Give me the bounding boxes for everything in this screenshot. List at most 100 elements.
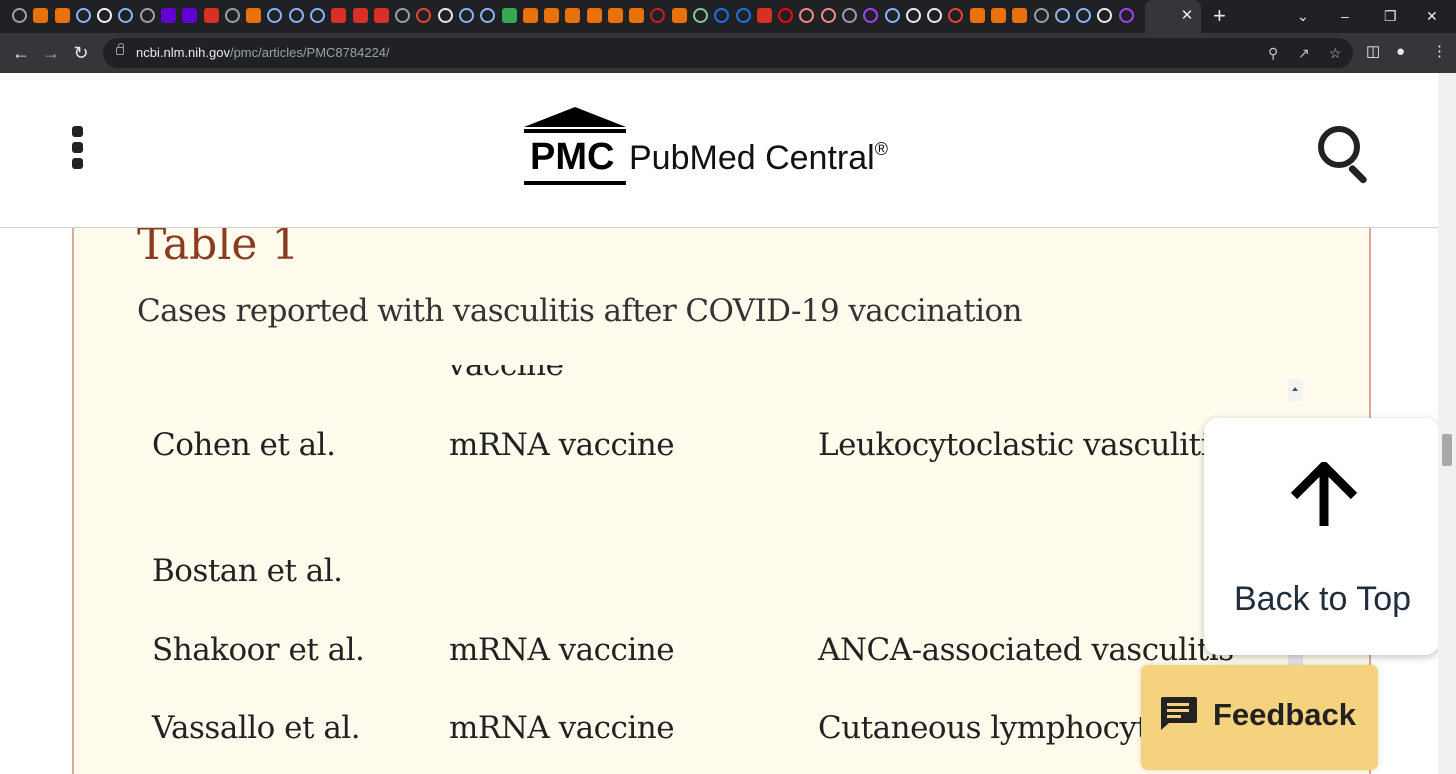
chrome-menu-icon[interactable]: ⋮ [1432, 42, 1447, 62]
new-tab-button[interactable]: + [1213, 4, 1226, 28]
play-icon[interactable] [288, 8, 304, 23]
table-cell-vaccine: mRNA vaccine [449, 710, 675, 746]
table-cell-author: Cohen et al. [152, 427, 336, 463]
gift-icon[interactable] [927, 8, 943, 23]
g-icon[interactable] [501, 8, 517, 23]
back-to-top-label: Back to Top [1234, 580, 1412, 618]
back-to-top-button[interactable]: Back to Top [1204, 418, 1438, 655]
page-scrollbar-thumb[interactable] [1442, 434, 1452, 466]
table-cell-author: Shakoor et al. [152, 632, 365, 668]
page-scrollbar[interactable] [1438, 73, 1456, 774]
logo-name-text: PubMed Central [629, 139, 875, 177]
globe-icon[interactable] [693, 8, 709, 23]
bookmark-star-icon[interactable]: ☆ [1329, 44, 1342, 62]
pmc-logo-mark: PMC [524, 107, 626, 187]
bi-icon[interactable] [331, 8, 347, 23]
chrome-icon[interactable] [139, 8, 155, 23]
flag-icon[interactable] [650, 8, 666, 23]
search-icon[interactable] [884, 8, 900, 23]
side-panel-icon[interactable]: ◫ [1366, 42, 1380, 62]
back-icon[interactable]: ← [10, 42, 32, 64]
bookmark-icon[interactable] [565, 8, 581, 23]
play-icon[interactable] [118, 8, 134, 23]
bookmark-icon[interactable] [246, 8, 262, 23]
news-icon[interactable] [1097, 8, 1113, 23]
bookmark-icon[interactable] [544, 8, 560, 23]
search-icon[interactable] [1076, 8, 1092, 23]
table-scroll-up-arrow[interactable] [1288, 379, 1303, 401]
reload-icon[interactable]: ↻ [70, 42, 92, 64]
url-text[interactable]: ncbi.nlm.nih.gov/pmc/articles/PMC8784224… [136, 45, 390, 60]
table-cell-type: ANCA-associated vasculitis [818, 632, 1234, 668]
table-cell-author: Bostan et al. [152, 553, 343, 589]
bookmark-icon[interactable] [629, 8, 645, 23]
bookmark-icon[interactable] [607, 8, 623, 23]
hex-icon[interactable] [735, 8, 751, 23]
logo-abbr: PMC [530, 136, 615, 178]
table-header-fragment: vaccine [448, 365, 564, 383]
lock-icon[interactable] [116, 43, 124, 55]
forward-icon[interactable]: → [40, 42, 62, 64]
arrow-up-icon [1290, 462, 1358, 526]
bi-icon[interactable] [373, 8, 389, 23]
ap-icon[interactable] [437, 8, 453, 23]
share-icon[interactable]: ↗ [1298, 44, 1310, 62]
registered-mark: ® [874, 139, 888, 159]
li-icon[interactable] [842, 8, 858, 23]
tab-search-chevron-icon[interactable]: ⌄ [1297, 6, 1309, 26]
url-host: ncbi.nlm.nih.gov [136, 45, 230, 60]
table-cell-vaccine: mRNA vaccine [449, 632, 675, 668]
bookmark-icon[interactable] [991, 8, 1007, 23]
chrome-icon[interactable] [395, 8, 411, 23]
game-icon[interactable] [863, 8, 879, 23]
bookmark-icon[interactable] [671, 8, 687, 23]
star-icon[interactable] [416, 8, 432, 23]
bookmark-icon[interactable] [969, 8, 985, 23]
minimize-icon[interactable]: – [1341, 6, 1349, 26]
shield-icon[interactable] [820, 8, 836, 23]
hex-icon[interactable] [714, 8, 730, 23]
bi-icon[interactable] [756, 8, 772, 23]
feedback-button[interactable]: Feedback [1141, 665, 1378, 770]
bookmark-icon[interactable] [586, 8, 602, 23]
tv-icon[interactable] [1118, 8, 1134, 23]
restore-icon[interactable]: ❐ [1384, 6, 1397, 26]
bookmark-icon[interactable] [1012, 8, 1028, 23]
grid-icon[interactable] [97, 8, 113, 23]
bookmark-icon[interactable] [522, 8, 538, 23]
bi-icon[interactable] [203, 8, 219, 23]
play-icon[interactable] [309, 8, 325, 23]
table-caption: Cases reported with vasculitis after COV… [137, 293, 1022, 329]
window-close-icon[interactable]: ✕ [1426, 6, 1438, 26]
play-icon[interactable] [267, 8, 283, 23]
play-icon[interactable] [75, 8, 91, 23]
crest-icon[interactable] [905, 8, 921, 23]
mic-icon[interactable] [948, 8, 964, 23]
shield-icon[interactable] [799, 8, 815, 23]
yahoo-icon[interactable] [160, 8, 176, 23]
web-page: Table 1 Cases reported with vasculitis a… [0, 73, 1438, 774]
feedback-label: Feedback [1213, 697, 1357, 732]
li-icon[interactable] [224, 8, 240, 23]
table-cell-type: Leukocytoclastic vasculitis [818, 427, 1226, 463]
search-icon[interactable] [480, 8, 496, 23]
chat-bubble-icon [1161, 697, 1197, 730]
chrome-icon[interactable] [12, 8, 27, 23]
bookmark-icon[interactable] [33, 8, 49, 23]
search-icon[interactable] [458, 8, 474, 23]
profile-icon[interactable]: ● [1396, 42, 1405, 62]
address-bar[interactable]: ncbi.nlm.nih.gov/pmc/articles/PMC8784224… [103, 38, 1353, 68]
site-header: PMC PubMed Central® [0, 73, 1438, 228]
browser-toolbar: ← → ↻ ncbi.nlm.nih.gov/pmc/articles/PMC8… [0, 33, 1456, 73]
youtube-icon[interactable] [778, 8, 794, 23]
close-tab-icon[interactable]: ✕ [1178, 6, 1196, 26]
table-cell-vaccine: mRNA vaccine [449, 427, 675, 463]
zoom-icon[interactable]: ⚲ [1268, 44, 1278, 62]
bi-icon[interactable] [352, 8, 368, 23]
yahoo-icon[interactable] [182, 8, 198, 23]
play-icon[interactable] [1054, 8, 1070, 23]
url-path: /pmc/articles/PMC8784224/ [229, 45, 390, 60]
bookmark-icon[interactable] [54, 8, 70, 23]
avatar-icon[interactable] [1033, 8, 1049, 23]
data-table[interactable]: vaccine Cohen et al. mRNA vaccine Leukoc… [138, 365, 1258, 774]
